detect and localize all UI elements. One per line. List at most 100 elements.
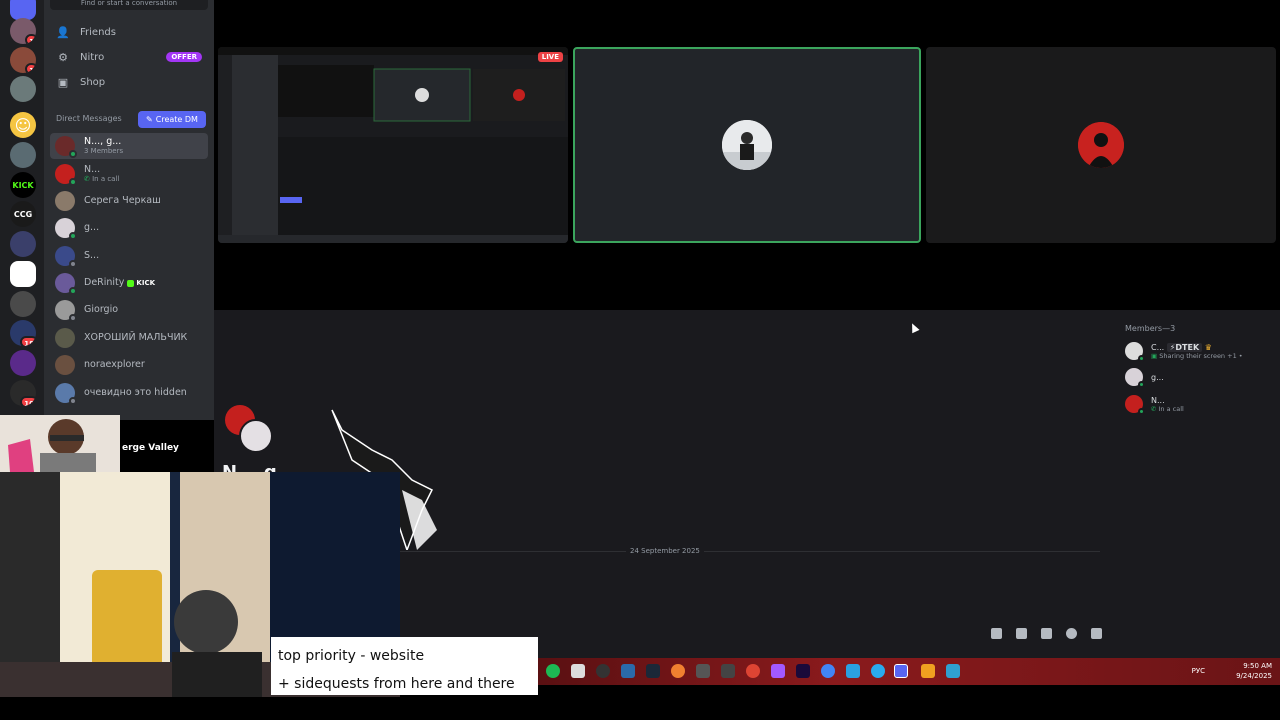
app-icon[interactable] (846, 664, 860, 678)
dm-item[interactable]: N..., g... 3 Members (50, 133, 208, 159)
gif-icon[interactable] (1016, 628, 1027, 639)
sticker-icon[interactable] (1041, 628, 1052, 639)
avatar (55, 328, 75, 348)
member-item[interactable]: g... (1125, 366, 1275, 388)
dm-name: DeRinity KICK (84, 277, 156, 288)
server-badge: 18 (20, 336, 36, 346)
dm-item[interactable]: S... (50, 243, 208, 269)
server-icon[interactable] (10, 76, 36, 102)
nav-friends[interactable]: 👤 Friends (50, 21, 208, 43)
server-badge: 1 (25, 63, 36, 73)
app-icon[interactable] (696, 664, 710, 678)
bottom-bar (0, 697, 1280, 720)
nav-nitro[interactable]: ⚙ Nitro OFFER (50, 46, 208, 68)
spotify-icon[interactable] (546, 664, 560, 678)
avatar (55, 246, 77, 268)
dm-name: Серега Черкаш (84, 195, 161, 206)
dm-section-header: Direct Messages (56, 114, 122, 123)
server-icon[interactable]: ☺ (10, 112, 36, 138)
dm-name: очевидно это hidden (84, 387, 187, 398)
app-icon[interactable] (621, 664, 635, 678)
avatar (55, 355, 75, 375)
nav-label: Friends (80, 26, 116, 38)
dm-item[interactable]: очевидно это hidden (50, 380, 208, 406)
app-icon[interactable] (946, 664, 960, 678)
home-button[interactable] (10, 0, 36, 20)
participant-tile-speaking[interactable] (573, 47, 921, 243)
member-item[interactable]: N... ✆ In a call (1125, 393, 1275, 415)
kick-tag: KICK (127, 278, 155, 288)
dm-name: N..., g... (84, 136, 122, 147)
search-input[interactable]: Find or start a conversation (50, 0, 208, 10)
ccg-server-icon[interactable]: CCG (10, 201, 36, 227)
figma-icon[interactable] (771, 664, 785, 678)
server-icon[interactable] (10, 142, 36, 168)
server-icon[interactable]: 18 (10, 320, 36, 346)
phone-icon: ✆ (84, 175, 93, 183)
server-icon[interactable]: 1 (10, 47, 36, 73)
dm-name: Giorgio (84, 304, 119, 315)
avatar (1125, 395, 1145, 415)
dm-item[interactable]: Giorgio (50, 297, 208, 323)
server-icon[interactable] (10, 231, 36, 257)
dm-item[interactable]: DeRinity KICK (50, 270, 208, 296)
language-indicator[interactable]: РУС (1192, 667, 1205, 675)
browser-icon[interactable] (671, 664, 685, 678)
steam-icon[interactable] (646, 664, 660, 678)
server-icon[interactable]: 10 (10, 380, 36, 406)
priority-note: top priority - website + sidequests from… (271, 637, 538, 695)
app-icon[interactable] (921, 664, 935, 678)
screen-share-tile[interactable]: LIVE (218, 47, 568, 243)
chrome-icon[interactable] (821, 664, 835, 678)
avatar (55, 164, 77, 186)
chrome-icon[interactable] (746, 664, 760, 678)
telegram-icon[interactable] (871, 664, 885, 678)
file-icon[interactable] (571, 664, 585, 678)
taskbar: РУС 9:50 AM 9/24/2025 (538, 658, 1280, 685)
dm-item[interactable]: Серега Черкаш (50, 188, 208, 214)
dm-item[interactable]: N... ✆ In a call (50, 161, 208, 187)
dm-item[interactable]: ХОРОШИЙ МАЛЬЧИК (50, 325, 208, 351)
server-icon[interactable] (10, 350, 36, 376)
server-badge: 1 (25, 34, 36, 44)
avatar (55, 383, 77, 405)
app-icon[interactable] (596, 664, 610, 678)
participant-tile[interactable] (926, 47, 1276, 243)
member-status: ▣ Sharing their screen +1 • (1151, 351, 1243, 360)
participant-avatar (1078, 122, 1124, 168)
after-effects-icon[interactable] (796, 664, 810, 678)
create-dm-button[interactable]: ✎ Create DM (138, 111, 206, 128)
nitro-icon: ⚙ (58, 50, 68, 64)
activities-icon[interactable] (1091, 628, 1102, 639)
participant-avatar (722, 120, 772, 170)
avatar (1125, 342, 1145, 362)
kick-server-icon[interactable]: KICK (10, 172, 36, 198)
gift-icon[interactable] (991, 628, 1002, 639)
dm-subtext: ✆ In a call (84, 175, 120, 183)
dm-item[interactable]: noraexplorer (50, 352, 208, 378)
avatar (55, 273, 77, 295)
server-badge: 10 (20, 396, 36, 406)
phone-icon: ✆ (1151, 404, 1159, 413)
dm-name: noraexplorer (84, 359, 145, 370)
member-item[interactable]: C... ⚡DTEK ♛ ▣ Sharing their screen +1 • (1125, 340, 1275, 362)
clock-time: 9:50 AM (1243, 662, 1272, 670)
nav-label: Nitro (80, 51, 105, 63)
dm-item[interactable]: g... (50, 215, 208, 241)
server-icon[interactable]: 1 (10, 18, 36, 44)
member-status: ✆ In a call (1151, 404, 1184, 413)
clock[interactable]: 9:50 AM 9/24/2025 (1236, 661, 1272, 681)
emoji-icon[interactable] (1066, 628, 1077, 639)
server-icon[interactable] (10, 291, 36, 317)
discord-icon[interactable] (894, 664, 908, 678)
dm-subtext: 3 Members (84, 147, 124, 155)
avatar (55, 218, 77, 240)
friends-icon: 👤 (56, 25, 70, 39)
screen-share-icon: ▣ (1151, 351, 1160, 360)
create-dm-icon: ✎ (146, 115, 153, 124)
app-icon[interactable] (721, 664, 735, 678)
nav-shop[interactable]: ▣ Shop (50, 71, 208, 93)
server-icon[interactable] (10, 261, 36, 287)
members-header: Members—3 (1125, 324, 1176, 333)
dm-name: N... (84, 164, 101, 175)
